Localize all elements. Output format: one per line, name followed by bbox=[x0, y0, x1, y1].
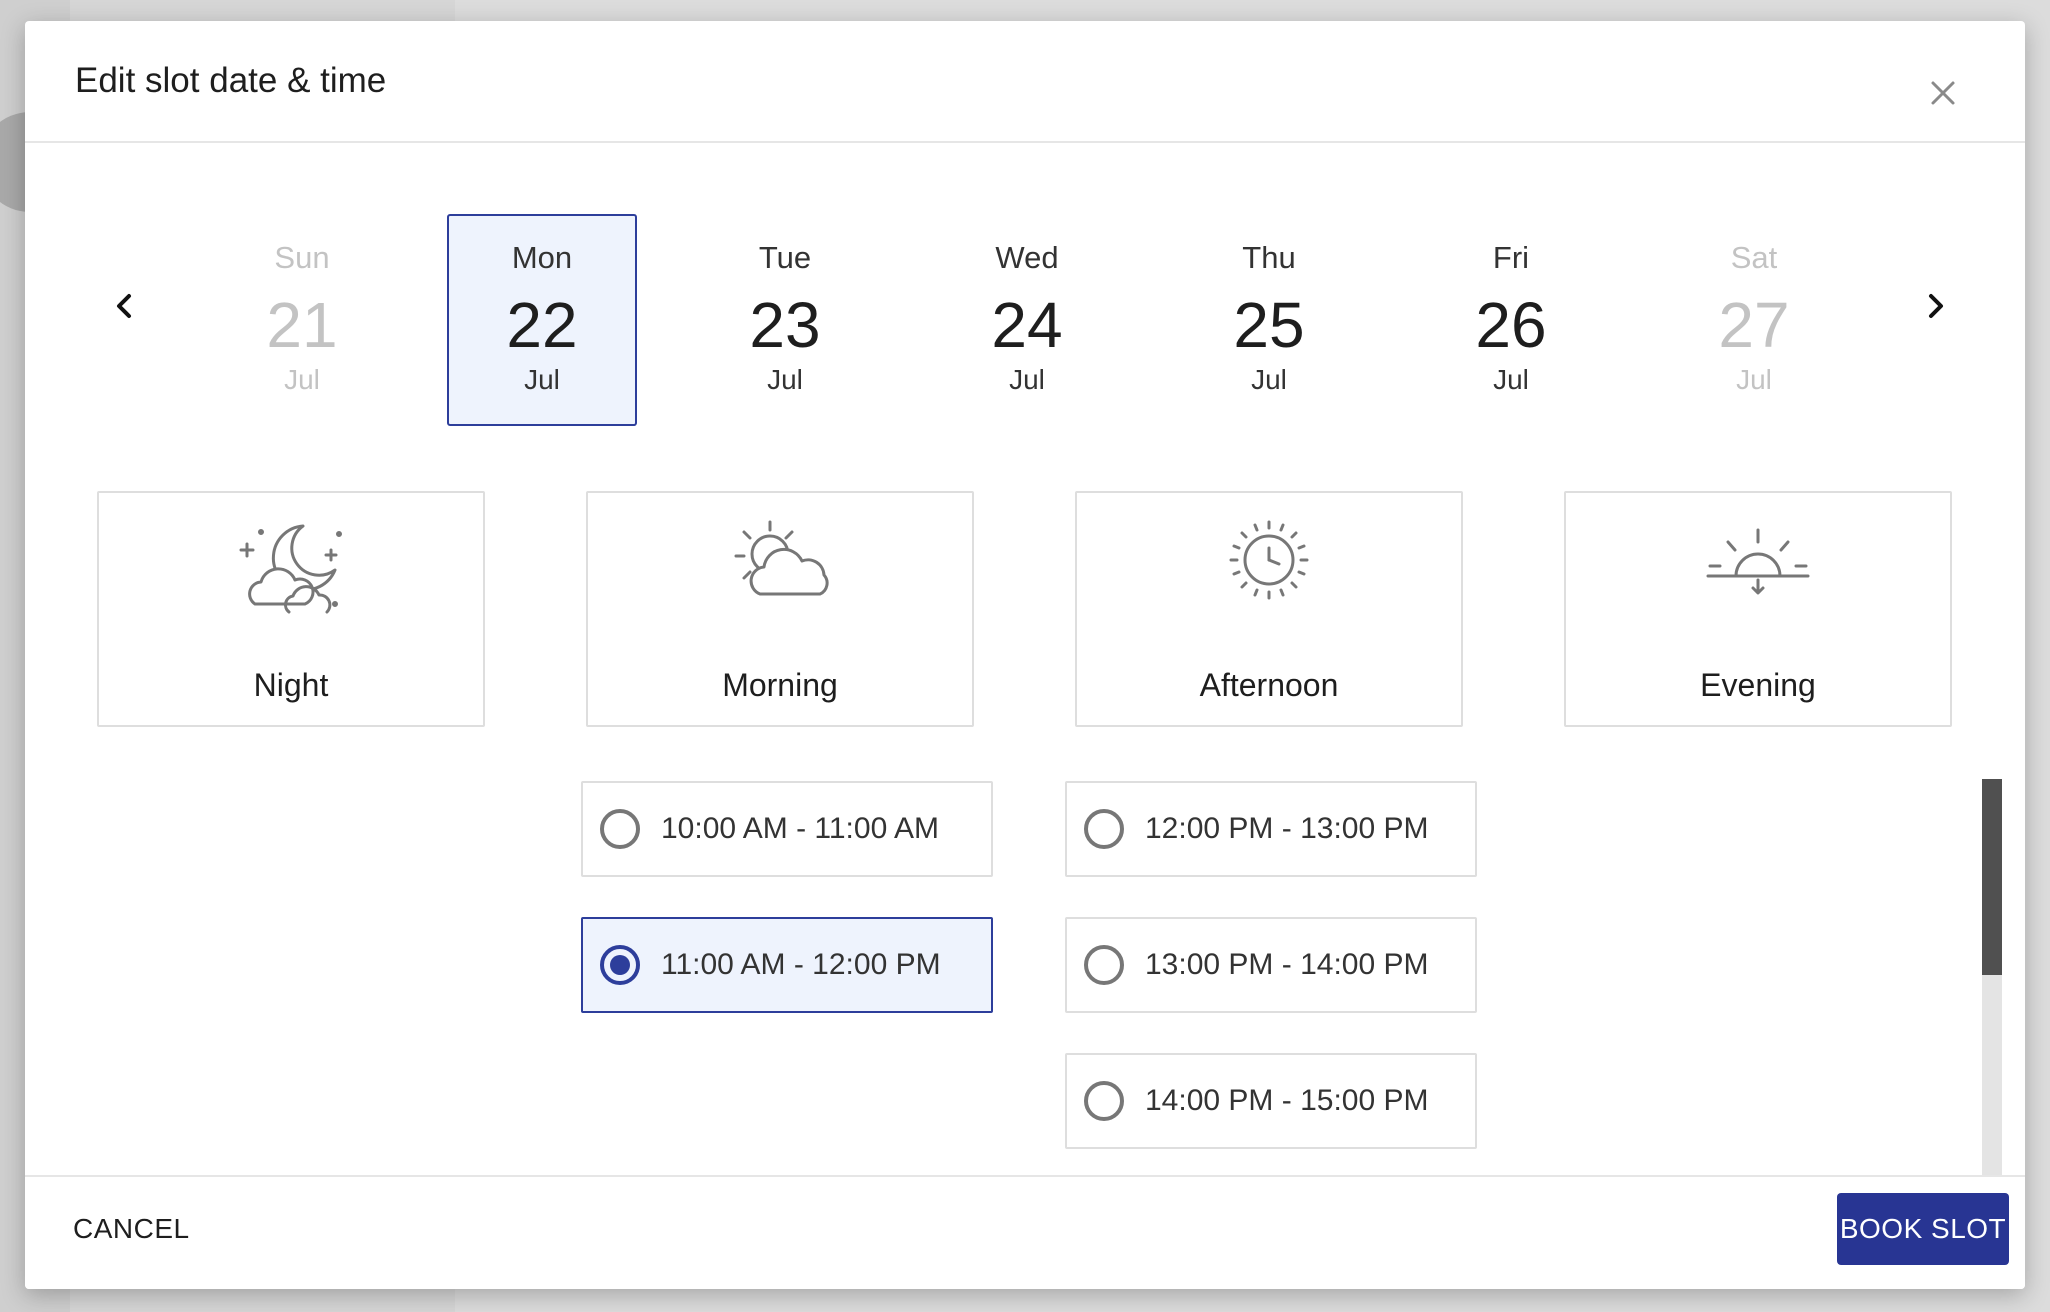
period-label: Morning bbox=[722, 667, 838, 703]
cancel-button[interactable]: CANCEL bbox=[73, 1213, 190, 1245]
radio-button[interactable] bbox=[600, 809, 640, 849]
day-number: 24 bbox=[991, 289, 1063, 361]
dialog-header: Edit slot date & time bbox=[25, 21, 2025, 143]
radio-button[interactable] bbox=[600, 945, 640, 985]
chevron-left-icon[interactable] bbox=[105, 286, 145, 326]
slot-13pm-14pm[interactable]: 13:00 PM - 14:00 PM bbox=[1065, 917, 1477, 1013]
day-sun-21: Sun 21 Jul bbox=[207, 214, 397, 426]
day-number: 23 bbox=[749, 289, 821, 361]
day-of-week: Tue bbox=[758, 240, 812, 275]
period-evening[interactable]: Evening bbox=[1564, 491, 1952, 727]
slot-label: 12:00 PM - 13:00 PM bbox=[1145, 812, 1429, 845]
slot-label: 13:00 PM - 14:00 PM bbox=[1145, 948, 1429, 981]
day-fri-26[interactable]: Fri 26 Jul bbox=[1416, 214, 1606, 426]
dialog-title: Edit slot date & time bbox=[75, 61, 387, 100]
day-of-week: Wed bbox=[995, 240, 1059, 275]
day-month: Jul bbox=[1009, 364, 1045, 395]
day-month: Jul bbox=[284, 364, 320, 395]
day-month: Jul bbox=[1493, 364, 1529, 395]
day-of-week: Sun bbox=[274, 240, 330, 275]
slot-10am-11am[interactable]: 10:00 AM - 11:00 AM bbox=[581, 781, 993, 877]
close-icon[interactable] bbox=[1921, 71, 1965, 115]
day-month: Jul bbox=[767, 364, 803, 395]
day-tue-23[interactable]: Tue 23 Jul bbox=[690, 214, 880, 426]
day-month: Jul bbox=[524, 364, 560, 395]
slot-12pm-13pm[interactable]: 12:00 PM - 13:00 PM bbox=[1065, 781, 1477, 877]
moon-cloud-icon bbox=[239, 524, 342, 614]
slot-label: 14:00 PM - 15:00 PM bbox=[1145, 1084, 1429, 1117]
edit-slot-dialog: Edit slot date & time Sun 21 Jul Mon 22 … bbox=[25, 21, 2025, 1289]
slot-label: 11:00 AM - 12:00 PM bbox=[661, 948, 941, 981]
sun-cloud-icon bbox=[734, 520, 829, 596]
day-month: Jul bbox=[1736, 364, 1772, 395]
day-number: 21 bbox=[266, 289, 338, 361]
day-number: 25 bbox=[1233, 289, 1305, 361]
day-thu-25[interactable]: Thu 25 Jul bbox=[1174, 214, 1364, 426]
scrollbar-thumb[interactable] bbox=[1982, 779, 2002, 975]
day-mon-22[interactable]: Mon 22 Jul bbox=[447, 214, 637, 426]
radio-button[interactable] bbox=[1084, 809, 1124, 849]
slot-14pm-15pm[interactable]: 14:00 PM - 15:00 PM bbox=[1065, 1053, 1477, 1149]
slot-label: 10:00 AM - 11:00 AM bbox=[661, 812, 939, 845]
day-sat-27: Sat 27 Jul bbox=[1659, 214, 1849, 426]
period-label: Afternoon bbox=[1199, 667, 1339, 703]
day-of-week: Mon bbox=[511, 240, 573, 275]
day-number: 26 bbox=[1475, 289, 1547, 361]
period-afternoon[interactable]: Afternoon bbox=[1075, 491, 1463, 727]
day-of-week: Fri bbox=[1492, 240, 1530, 275]
slot-11am-12pm[interactable]: 11:00 AM - 12:00 PM bbox=[581, 917, 993, 1013]
day-month: Jul bbox=[1251, 364, 1287, 395]
period-label: Evening bbox=[1700, 667, 1816, 703]
day-wed-24[interactable]: Wed 24 Jul bbox=[932, 214, 1122, 426]
sun-icon bbox=[1229, 520, 1309, 600]
day-number: 22 bbox=[506, 289, 578, 361]
book-slot-button[interactable]: BOOK SLOT bbox=[1837, 1193, 2009, 1265]
date-strip: Sun 21 Jul Mon 22 Jul Tue 23 Jul Wed 24 … bbox=[25, 191, 2025, 426]
period-label: Night bbox=[253, 667, 329, 703]
day-of-week: Thu bbox=[1242, 240, 1296, 275]
radio-button[interactable] bbox=[1084, 945, 1124, 985]
dialog-footer: CANCEL BOOK SLOT bbox=[25, 1175, 2025, 1289]
sunset-icon bbox=[1706, 528, 1810, 595]
chevron-right-icon[interactable] bbox=[1915, 286, 1955, 326]
radio-button[interactable] bbox=[1084, 1081, 1124, 1121]
period-night[interactable]: Night bbox=[97, 491, 485, 727]
day-number: 27 bbox=[1718, 289, 1790, 361]
day-of-week: Sat bbox=[1730, 240, 1778, 275]
period-morning[interactable]: Morning bbox=[586, 491, 974, 727]
